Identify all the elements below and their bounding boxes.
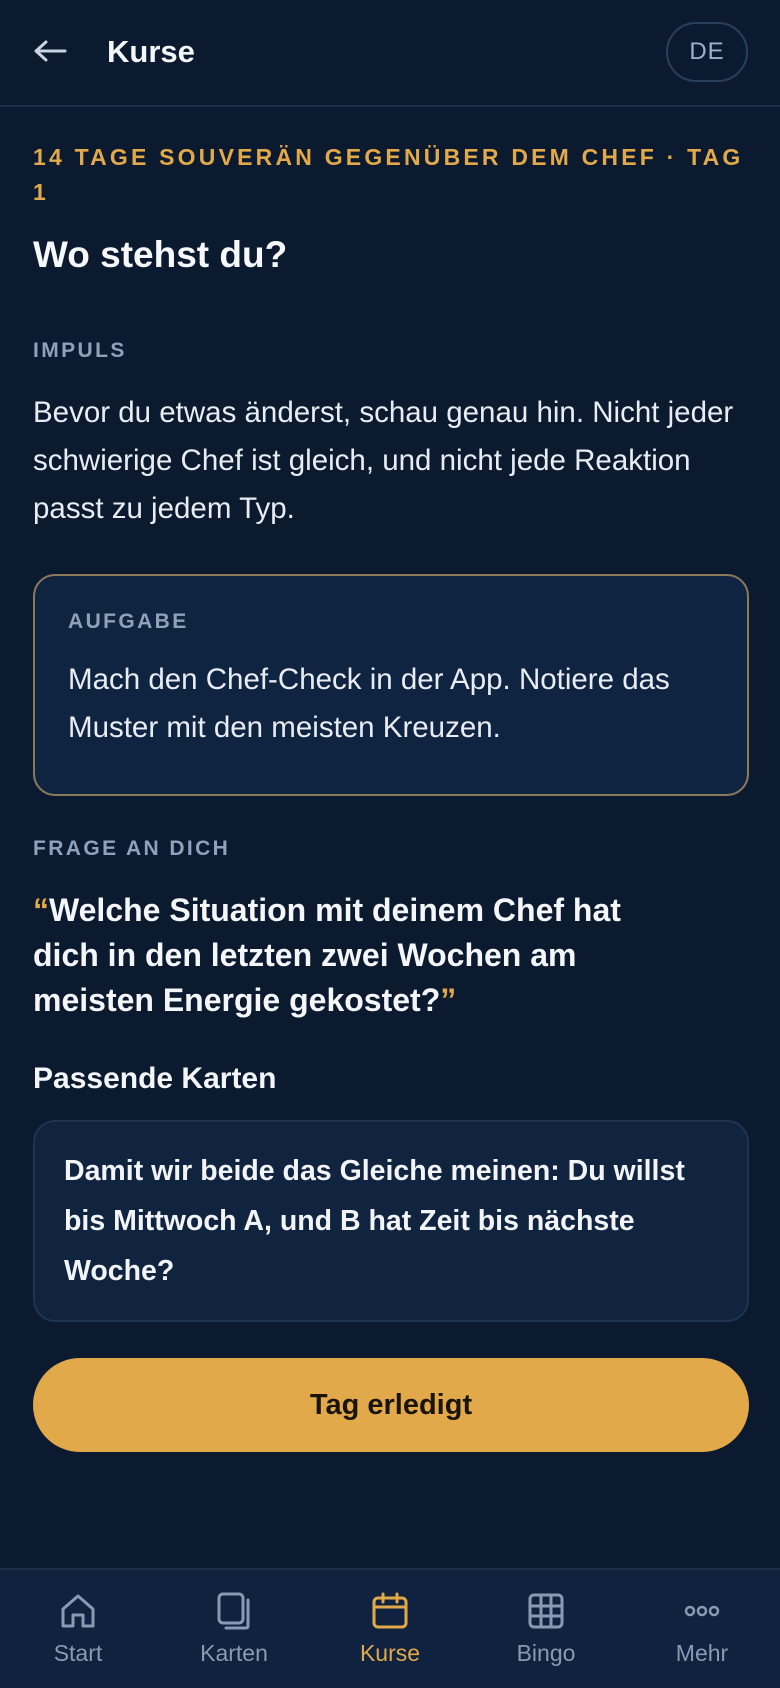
mark-day-done-button[interactable]: Tag erledigt [33, 1358, 749, 1452]
nav-item-bingo[interactable]: Bingo [468, 1570, 624, 1688]
nav-label-start: Start [53, 1640, 103, 1666]
cards-icon [213, 1590, 255, 1632]
phrase-card-text: Damit wir beide das Gleiche meinen: Du w… [64, 1155, 685, 1287]
bottom-navigation: Start Karten Kurse Bingo Mehr [0, 1568, 780, 1688]
day-title: Wo stehst du? [33, 234, 288, 275]
nav-label-kurse: Kurse [359, 1640, 421, 1666]
nav-label-mehr: Mehr [675, 1640, 729, 1666]
course-day-eyebrow: 14 TAGE SOUVERÄN GEGENÜBER DEM CHEF · TA… [33, 144, 744, 205]
question-label: FRAGE AN DICH [33, 837, 231, 860]
question-text: Welche Situation mit deinem Chef hat dic… [33, 892, 621, 1018]
impuls-label: IMPULS [33, 339, 127, 362]
home-icon [57, 1590, 99, 1632]
calendar-icon [369, 1590, 411, 1632]
more-icon [681, 1590, 723, 1632]
close-quote: ” [440, 982, 457, 1018]
reflection-question: “Welche Situation mit deinem Chef hat di… [33, 888, 673, 1023]
nav-item-mehr[interactable]: Mehr [624, 1570, 780, 1688]
nav-label-karten: Karten [200, 1640, 268, 1666]
phrase-card[interactable]: Damit wir beide das Gleiche meinen: Du w… [33, 1120, 749, 1322]
nav-item-karten[interactable]: Karten [156, 1570, 312, 1688]
arrow-left-icon [33, 39, 67, 68]
language-switch-button[interactable]: DE [666, 22, 748, 82]
task-card: AUFGABE Mach den Chef-Check in der App. … [33, 574, 749, 796]
app-header: Kurse DE [0, 0, 780, 107]
nav-item-kurse[interactable]: Kurse [312, 1570, 468, 1688]
lesson-content: 14 TAGE SOUVERÄN GEGENÜBER DEM CHEF · TA… [33, 140, 749, 1452]
nav-item-start[interactable]: Start [0, 1570, 156, 1688]
nav-label-bingo: Bingo [516, 1640, 576, 1666]
back-button[interactable] [30, 33, 70, 73]
open-quote: “ [33, 892, 49, 928]
impuls-text: Bevor du etwas änderst, schau genau hin.… [33, 396, 734, 525]
grid-icon [525, 1590, 567, 1632]
matching-cards-heading: Passende Karten [33, 1062, 277, 1095]
page-title: Kurse [107, 34, 195, 69]
task-label: AUFGABE [68, 610, 189, 633]
task-text: Mach den Chef-Check in der App. Notiere … [68, 663, 670, 744]
